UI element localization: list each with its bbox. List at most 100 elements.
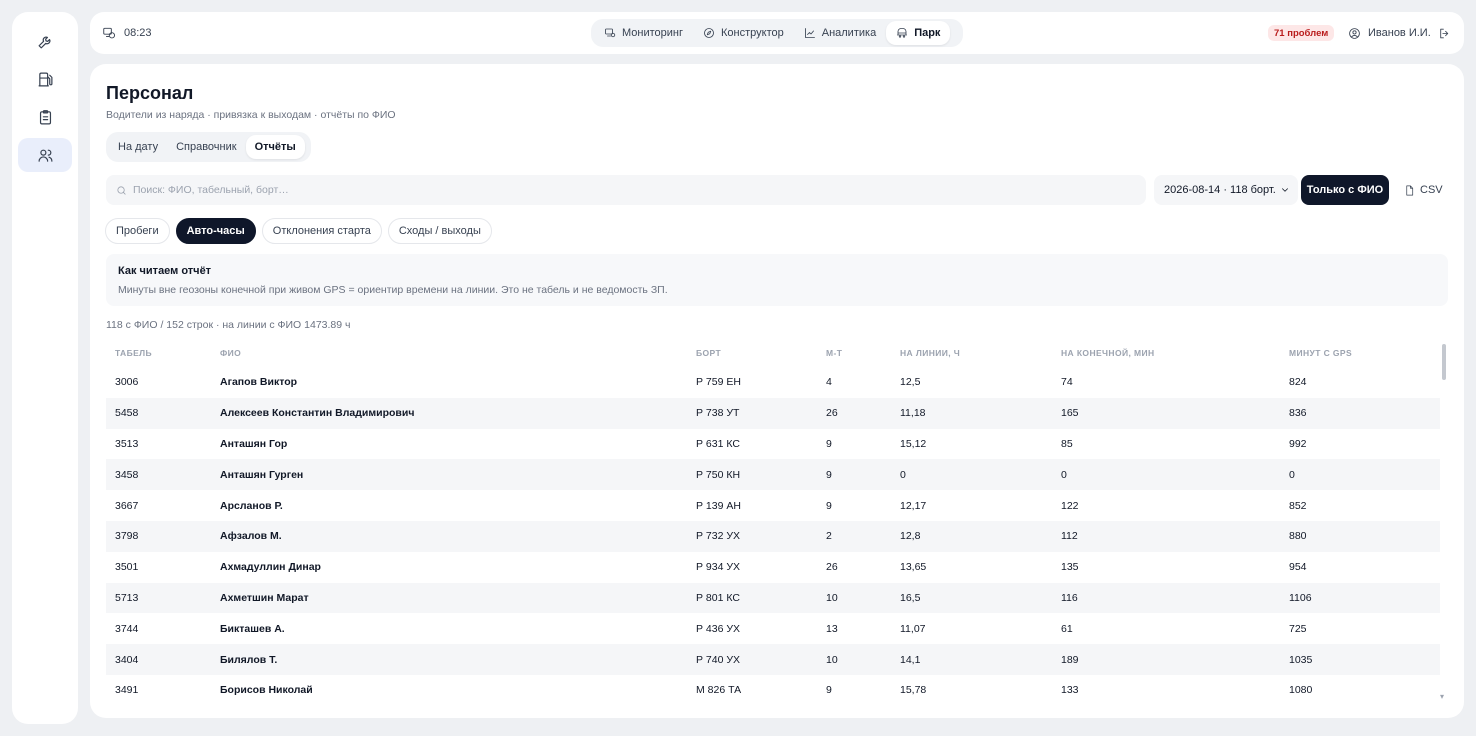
search-input[interactable] [133,184,1033,196]
tab-analytics[interactable]: Аналитика [794,21,886,45]
cell-gps-minutes: 954 [1289,561,1307,574]
table-row[interactable]: 3798 Афзалов М. Р 732 УХ 2 12,8 112 880 [106,520,1440,552]
cell-route: 9 [817,459,891,491]
column-header-on-line[interactable]: НА ЛИНИИ, Ч [891,339,1052,367]
cell-route: 9 [826,684,832,697]
cell-at-terminal: 133 [1061,684,1079,697]
sidebar-item-fuel[interactable] [18,62,72,96]
problems-badge[interactable]: 71 проблем [1268,25,1335,41]
column-header-bort[interactable]: БОРТ [687,339,817,367]
report-tabs: Пробеги Авто-часы Отклонения старта Сход… [105,218,492,244]
cell-bort: Р 631 КС [696,437,740,450]
table-row[interactable]: 3667 Арсланов Р. Р 139 АН 9 12,17 122 852 [106,490,1440,521]
cell-route: 4 [826,376,832,389]
cell-tabel: 3798 [106,520,211,552]
cell-fio: Агапов Виктор [220,376,298,389]
chevron-down-icon [1282,188,1288,192]
cell-route: 9 [826,437,832,450]
tab-constructor-label: Конструктор [721,27,784,39]
fuel-icon [38,72,52,86]
cell-tabel: 3006 [115,376,139,389]
search-icon [117,185,126,195]
cell-gps-minutes: 852 [1289,499,1307,512]
sidebar-item-personnel[interactable] [18,138,72,172]
cell-bort: Р 750 КН [687,459,817,491]
cell-at-terminal: 165 [1052,397,1280,429]
cell-bort: Р 759 ЕН [696,376,741,389]
user-name: Иванов И.И. [1368,27,1431,39]
table-row[interactable]: 3744 Бикташев А. Р 436 УХ 13 11,07 61 725 [106,613,1440,644]
sidebar-item-maintenance[interactable] [18,24,72,58]
cell-bort: Р 740 УХ [687,644,817,675]
cell-gps-minutes: 880 [1280,520,1440,552]
column-header-at-terminal[interactable]: НА КОНЕЧНОЙ, МИН [1052,339,1280,367]
report-tab-exits[interactable]: Сходы / выходы [387,218,492,244]
file-icon [1406,185,1414,195]
cell-on-line: 0 [891,459,1052,491]
scrollbar-thumb[interactable] [1442,344,1446,380]
cell-bort: Р 801 КС [687,582,817,614]
top-bar: 08:23 Мониторинг Конструктор Аналитика П… [90,12,1464,54]
tab-reports[interactable]: Отчёты [245,135,305,159]
cell-gps-minutes: 824 [1289,376,1307,389]
table-row[interactable]: 3491 Борисов Николай М 826 ТА 9 15,78 133 1080 [106,675,1440,706]
table-row[interactable]: 3501 Ахмадуллин Динар Р 934 УХ 26 13,65 135 95… [106,552,1440,583]
cell-fio: Бикташев А. [220,622,285,635]
cell-at-terminal: 135 [1061,561,1079,574]
report-table: ТАБЕЛЬ ФИО БОРТ М-Т НА ЛИНИИ, Ч НА КОНЕЧ… [106,339,1440,718]
report-tab-start-deviations[interactable]: Отклонения старта [261,218,382,244]
cell-fio: Билялов Т. [211,644,687,675]
only-fio-button[interactable]: Только с ФИО [1301,175,1389,205]
column-header-fio[interactable]: ФИО [211,339,687,367]
cell-bort: Р 732 УХ [687,520,817,552]
cell-gps-minutes: 836 [1280,397,1440,429]
tab-directory[interactable]: Справочник [167,135,246,159]
tab-constructor[interactable]: Конструктор [693,21,794,45]
cell-tabel: 5713 [106,582,211,614]
main-panel: Персонал Водители из наряда · привязка к… [90,64,1464,718]
tab-monitoring[interactable]: Мониторинг [594,21,693,45]
tab-on-date[interactable]: На дату [109,135,167,159]
table-row[interactable]: 3006 Агапов Виктор Р 759 ЕН 4 12,5 74 824 [106,367,1440,398]
table-row[interactable]: 3513 Анташян Гор Р 631 КС 9 15,12 85 992 [106,429,1440,460]
chart-icon [804,28,815,38]
table-row[interactable]: 3404 Билялов Т. Р 740 УХ 10 14,1 189 1035 [106,644,1440,675]
wrench-icon [38,36,50,48]
column-header-gps-minutes[interactable]: МИНУТ С GPS [1280,339,1440,367]
cell-fio: Борисов Николай [220,684,313,697]
report-tab-auto-hours[interactable]: Авто-часы [175,218,256,244]
cell-at-terminal: 74 [1061,376,1073,389]
table-row[interactable]: 5458 Алексеев Константин Владимирович Р 73… [106,397,1440,429]
table-row[interactable]: 5713 Ахметшин Марат Р 801 КС 10 16,5 116 1106 [106,582,1440,614]
cell-on-line: 16,5 [891,582,1052,614]
csv-export-button[interactable]: CSV [1404,175,1443,205]
column-header-route[interactable]: М-Т [817,339,891,367]
table-row[interactable]: 3458 Анташян Гурген Р 750 КН 9 0 0 0 [106,459,1440,491]
cell-route: 9 [826,499,832,512]
tab-park[interactable]: Парк [886,21,951,45]
monitor-clock-icon [103,27,116,39]
scroll-down-arrow[interactable]: ▾ [1440,692,1444,701]
cell-bort: Р 934 УХ [696,561,741,574]
info-box: Как читаем отчёт Минуты вне геозоны коне… [106,254,1448,306]
cell-route: 10 [817,582,891,614]
user-menu[interactable]: Иванов И.И. [1348,12,1451,54]
date-select[interactable]: 2026-08-14 · 118 борт. [1154,175,1298,205]
sidebar [12,12,78,724]
column-header-tabel[interactable]: ТАБЕЛЬ [106,339,211,367]
cell-at-terminal: 122 [1061,499,1079,512]
cell-tabel: 3744 [115,622,139,635]
cell-bort: Р 436 УХ [696,622,741,635]
cell-tabel: 3491 [115,684,139,697]
cell-tabel: 3501 [115,561,139,574]
cell-route: 2 [817,520,891,552]
monitor-icon [605,28,616,38]
sidebar-item-orders[interactable] [18,100,72,134]
cell-gps-minutes: 0 [1280,459,1440,491]
logout-icon[interactable] [1438,27,1451,40]
table-header-row: ТАБЕЛЬ ФИО БОРТ М-Т НА ЛИНИИ, Ч НА КОНЕЧ… [106,339,1440,367]
report-tab-mileage[interactable]: Пробеги [105,218,170,244]
cell-tabel: 3458 [106,459,211,491]
info-title: Как читаем отчёт [118,265,212,277]
cell-at-terminal: 0 [1052,459,1280,491]
